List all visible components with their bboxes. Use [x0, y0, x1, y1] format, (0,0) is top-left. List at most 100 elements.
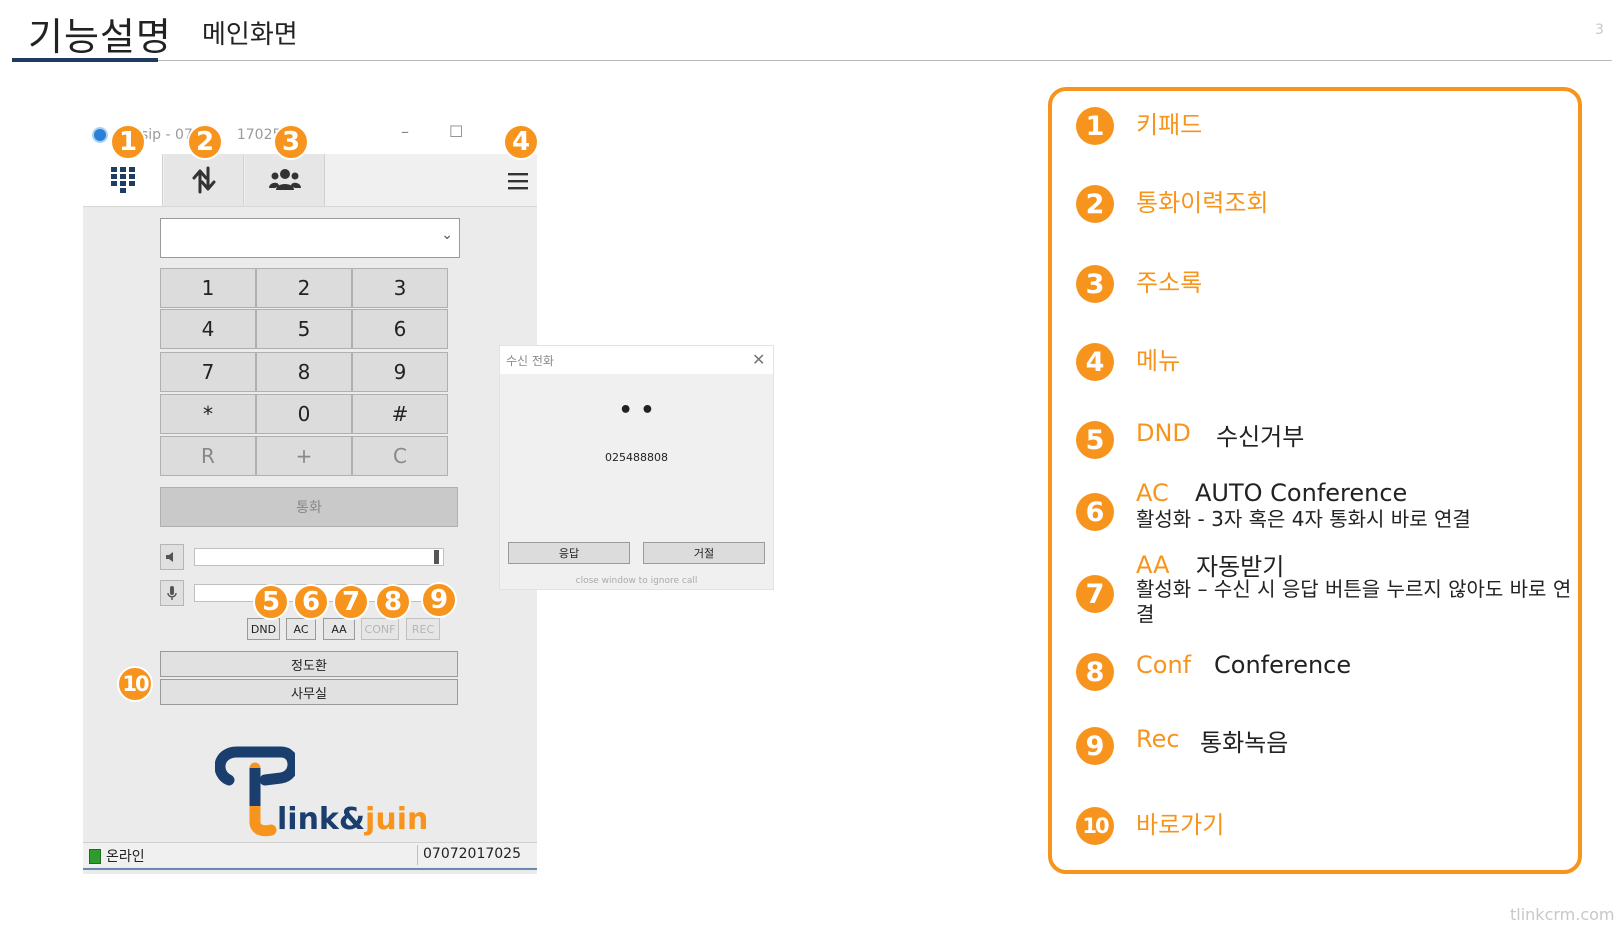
callout-badge-7: 7: [333, 584, 369, 620]
tab-contacts[interactable]: [245, 154, 325, 206]
key-0[interactable]: 0: [256, 394, 352, 434]
callout-badge-9: 9: [421, 582, 457, 618]
page-title: 기능설명: [28, 15, 172, 59]
reject-button[interactable]: 거절: [643, 542, 765, 564]
header-accent-bar: [12, 58, 158, 62]
dial-number-combobox[interactable]: ⌄: [160, 218, 460, 258]
key-4[interactable]: 4: [160, 309, 256, 349]
minimize-button[interactable]: –: [401, 122, 409, 141]
callout-badge-8: 8: [375, 584, 411, 620]
rec-button[interactable]: REC: [406, 618, 440, 640]
quick-dial-2[interactable]: 사무실: [160, 679, 458, 705]
keypad-icon: [110, 167, 135, 193]
caller-number: 025488808: [605, 451, 668, 464]
key-1[interactable]: 1: [160, 268, 256, 308]
close-icon[interactable]: ✕: [752, 350, 765, 369]
incoming-call-popup: 수신 전화 ✕ • • 025488808 응답 거절 close window…: [499, 345, 774, 590]
legend-badge-2: 2: [1076, 185, 1114, 223]
popup-hint: close window to ignore call: [575, 576, 698, 586]
key-6[interactable]: 6: [352, 309, 448, 349]
legend-badge-1: 1: [1076, 107, 1114, 145]
status-text: 온라인: [106, 849, 145, 865]
callout-badge-5: 5: [253, 584, 289, 620]
contacts-icon: [268, 169, 301, 190]
legend-desc-6: AUTO Conference: [1195, 479, 1408, 507]
tab-keypad[interactable]: [83, 154, 163, 206]
chevron-down-icon[interactable]: ⌄: [441, 227, 453, 243]
speaker-volume-slider[interactable]: [194, 548, 444, 566]
menu-button[interactable]: [508, 172, 528, 194]
call-history-icon: [192, 166, 215, 194]
page-subtitle: 메인화면: [202, 20, 298, 50]
key-2[interactable]: 2: [256, 268, 352, 308]
legend-badge-3: 3: [1076, 265, 1114, 303]
callout-badge-3: 3: [273, 124, 309, 160]
hamburger-icon: [508, 173, 528, 190]
legend-sub-6: 활성화 - 3자 혹은 4자 통화시 바로 연결: [1136, 507, 1471, 531]
legend-key-3: 주소록: [1136, 269, 1203, 297]
key-9[interactable]: 9: [352, 352, 448, 392]
legend-badge-4: 4: [1076, 343, 1114, 381]
legend-desc-9: 통화녹음: [1200, 729, 1289, 757]
legend-badge-9: 9: [1076, 727, 1114, 765]
tab-call-history[interactable]: [164, 154, 244, 206]
popup-titlebar: 수신 전화 ✕: [500, 346, 773, 374]
header-divider: [12, 60, 1612, 61]
dnd-button[interactable]: DND: [247, 618, 280, 640]
softphone-window: sip - 07 17025 – ☐ ⌄ 1 2 3 4 5 6 7 8 9 *…: [83, 118, 537, 874]
footer-site: tlinkcrm.com: [1510, 905, 1615, 924]
speaker-icon[interactable]: [160, 544, 184, 570]
conf-button[interactable]: CONF: [361, 618, 399, 640]
window-title-part1: sip - 07: [141, 127, 193, 143]
window-titlebar: sip - 07 17025 – ☐: [83, 118, 537, 154]
key-clear[interactable]: C: [352, 436, 448, 476]
legend-key-8: Conf: [1136, 651, 1192, 679]
callout-badge-2: 2: [187, 124, 223, 160]
legend-key-6: AC: [1136, 479, 1169, 507]
legend-key-4: 메뉴: [1136, 347, 1181, 375]
key-plus[interactable]: +: [256, 436, 352, 476]
key-7[interactable]: 7: [160, 352, 256, 392]
legend-badge-8: 8: [1076, 653, 1114, 691]
call-button[interactable]: 통화: [160, 487, 458, 527]
key-redial[interactable]: R: [160, 436, 256, 476]
speaker-volume-thumb[interactable]: [434, 550, 439, 564]
key-5[interactable]: 5: [256, 309, 352, 349]
legend-desc-5: 수신거부: [1216, 423, 1305, 451]
legend-key-7: AA: [1136, 551, 1170, 579]
legend-key-2: 통화이력조회: [1136, 189, 1269, 217]
logo-text-link: link: [277, 802, 339, 837]
key-3[interactable]: 3: [352, 268, 448, 308]
legend-badge-5: 5: [1076, 421, 1114, 459]
key-star[interactable]: *: [160, 394, 256, 434]
window-bottom-border: [83, 868, 537, 870]
legend-key-1: 키패드: [1136, 111, 1203, 139]
status-bar: 온라인 07072017025: [83, 842, 537, 867]
status-number: 07072017025: [423, 846, 521, 862]
legend-key-10: 바로가기: [1136, 811, 1225, 839]
maximize-button[interactable]: ☐: [449, 122, 463, 141]
callout-badge-6: 6: [293, 584, 329, 620]
status-divider: [417, 845, 418, 865]
caller-name: • •: [618, 398, 655, 423]
aa-button[interactable]: AA: [323, 618, 355, 640]
microphone-icon[interactable]: [160, 580, 184, 606]
legend-desc-8: Conference: [1214, 651, 1352, 679]
legend-badge-6: 6: [1076, 493, 1114, 531]
key-8[interactable]: 8: [256, 352, 352, 392]
legend-key-5: DND: [1136, 419, 1191, 447]
logo-text-juin: juin: [365, 802, 429, 837]
logo-text-amp: &: [338, 802, 366, 837]
legend-panel: 1 키패드 2 통화이력조회 3 주소록 4 메뉴 5 DND 수신거부 6 A…: [1048, 87, 1582, 874]
legend-sub-7: 활성화 – 수신 시 응답 버튼을 누르지 않아도 바로 연결: [1136, 577, 1572, 626]
key-hash[interactable]: #: [352, 394, 448, 434]
ac-button[interactable]: AC: [286, 618, 316, 640]
tlink-logo-text: link&juin: [277, 802, 428, 837]
answer-button[interactable]: 응답: [508, 542, 630, 564]
tab-bar: [83, 154, 537, 207]
quick-dial-1[interactable]: 정도환: [160, 651, 458, 677]
app-icon: [92, 127, 108, 143]
online-status-icon: [89, 849, 101, 864]
callout-badge-1: 1: [110, 124, 146, 160]
callout-badge-4: 4: [503, 124, 539, 160]
